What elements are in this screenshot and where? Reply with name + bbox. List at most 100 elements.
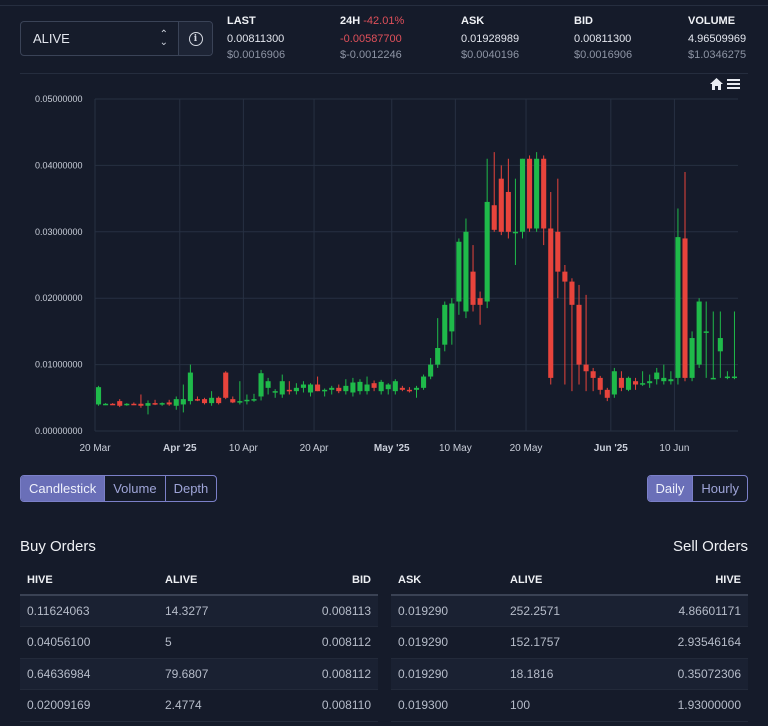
candle-body (731, 376, 738, 379)
table-cell: 2.4774 (158, 689, 278, 722)
candle-body (364, 384, 370, 392)
table-row[interactable]: 0.02009169 2.4774 0.008110 (20, 689, 378, 722)
stat-volume: VOLUME 4.96509969 $1.0346275 (688, 15, 746, 61)
candle-body (392, 381, 398, 392)
candle-body (209, 397, 215, 404)
table-row[interactable]: 0.019290 18.1816 0.35072306 (391, 658, 748, 690)
table-cell: 0.008113 (278, 595, 378, 627)
buy-orders-title: Buy Orders (20, 538, 96, 555)
table-cell: 1.93000000 (623, 689, 748, 722)
candle-body (300, 384, 306, 388)
token-info-button[interactable]: i (178, 22, 212, 55)
candle-body (724, 376, 730, 379)
table-cell: 0.64636984 (20, 658, 158, 690)
table-row[interactable]: 0.11624063 14.3277 0.008113 (20, 595, 378, 627)
token-dropdown[interactable]: ALIVE ⌃ ⌄ (21, 22, 178, 55)
table-row[interactable]: 0.019290 252.2571 4.86601171 (391, 595, 748, 627)
stat-label: 24H -42.01% (340, 15, 405, 27)
candle-body (512, 231, 518, 234)
table-cell: 0.019290 (391, 658, 503, 690)
candle-body (435, 348, 441, 365)
candle-body (322, 389, 328, 392)
column-header: BID (278, 565, 378, 596)
stat-label: ASK (461, 15, 485, 27)
candle-body (307, 384, 314, 393)
candle-body (117, 401, 123, 406)
candle-body (527, 158, 533, 229)
candle-body (449, 303, 455, 332)
candle-body (378, 381, 384, 392)
candle-body (315, 384, 321, 392)
candle-body (463, 231, 469, 312)
table-cell: 252.2571 (503, 595, 623, 627)
candle-body (166, 402, 172, 405)
y-tick-label: 0.02000000 (35, 293, 83, 303)
candle-body (442, 304, 448, 345)
candle-body (336, 387, 342, 392)
candle-body (187, 372, 193, 402)
candle-body (611, 371, 617, 395)
chevron-updown-icon: ⌃ ⌄ (159, 28, 168, 48)
candle-body (548, 228, 554, 378)
table-row[interactable]: 0.64636984 79.6807 0.008112 (20, 658, 378, 690)
table-cell: 2.93546164 (623, 626, 748, 659)
token-selector[interactable]: ALIVE ⌃ ⌄ i (20, 21, 213, 56)
chart-view-toggle: Candlestick Volume Depth (20, 475, 218, 502)
table-cell: 0.008112 (278, 658, 378, 690)
table-cell: 0.008110 (278, 689, 378, 722)
candle-body (265, 381, 271, 388)
table-row[interactable]: 0.019300 100 1.93000000 (391, 689, 748, 722)
tab-depth[interactable]: Depth (166, 476, 217, 501)
stat-usd-value: $1.0346275 (688, 49, 747, 61)
candle-body (576, 304, 582, 365)
table-cell: 0.02009169 (20, 689, 158, 722)
candle-body (343, 385, 349, 392)
x-tick-label: 10 May (439, 443, 472, 454)
x-tick-label: 20 May (510, 443, 543, 454)
stat-value: 0.01928989 (461, 33, 520, 45)
candle-body (138, 403, 144, 406)
candle-body (251, 399, 257, 401)
candle-body (258, 373, 264, 397)
stat-label: BID (574, 15, 593, 27)
table-cell: 14.3277 (158, 595, 278, 627)
price-candlestick-chart[interactable]: 0.00000000 0.01000000 0.02000000 0.03000000… (0, 88, 768, 468)
table-row[interactable]: 0.019290 152.1757 2.93546164 (391, 626, 748, 659)
candle-body (654, 372, 660, 380)
candle-body (110, 403, 116, 406)
table-cell: 0.04056100 (20, 626, 158, 659)
candle-body (541, 158, 547, 229)
stat-usd-value: $0.0016906 (574, 49, 633, 61)
candle-body (519, 158, 526, 232)
table-cell: 0.35072306 (623, 658, 748, 690)
candle-body (470, 271, 476, 305)
token-name: ALIVE (33, 31, 70, 46)
tab-candlestick[interactable]: Candlestick (21, 476, 106, 501)
candle-body (717, 338, 723, 352)
tab-daily[interactable]: Daily (647, 476, 694, 501)
candle-body (201, 399, 208, 404)
x-tick-label: May '25 (374, 443, 410, 454)
tab-volume[interactable]: Volume (105, 476, 166, 501)
tab-hourly[interactable]: Hourly (693, 476, 747, 501)
stat-value: 0.00811300 (227, 33, 285, 45)
candle-body (456, 241, 462, 302)
buy-orders-header: HIVE ALIVE BID (20, 565, 378, 596)
candle-body (675, 237, 681, 378)
stat-label: LAST (227, 15, 256, 27)
column-header: HIVE (20, 565, 158, 596)
stat-24h: 24H -42.01% -0.00587700 $-0.0012246 (340, 15, 404, 61)
candle-body (534, 158, 540, 229)
candle-body (272, 391, 278, 393)
table-row[interactable]: 0.04056100 5 0.008112 (20, 626, 378, 659)
candle-body (689, 338, 695, 378)
candle-body (406, 389, 412, 392)
candle-body (173, 399, 179, 406)
table-cell: 79.6807 (158, 658, 278, 690)
candle-body (350, 382, 356, 393)
x-tick-label: 10 Apr (229, 443, 259, 454)
candle-body (661, 377, 667, 382)
candle-body (590, 371, 596, 378)
candle-body (710, 377, 716, 380)
stat-change: -42.01% (363, 15, 405, 27)
